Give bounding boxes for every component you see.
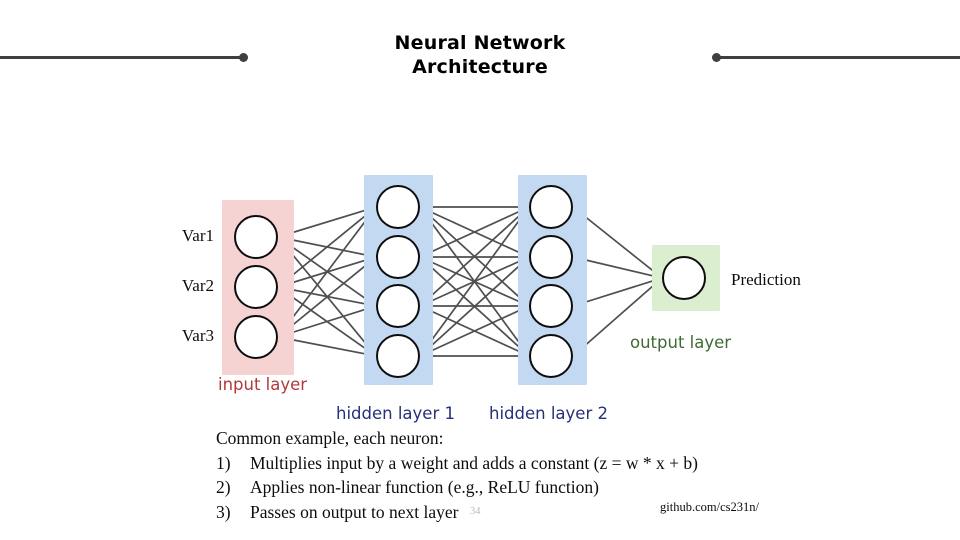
network-edge (419, 305, 529, 357)
neuron-hidden2-2 (529, 235, 573, 279)
network-edge (277, 336, 376, 359)
title-rule-dot-left (239, 53, 248, 62)
input-variable-label-1: Var1 (181, 226, 214, 245)
layer-box-input (222, 200, 294, 375)
neuron-input-3 (234, 315, 278, 359)
network-edge (277, 236, 376, 306)
network-edge (277, 304, 376, 338)
network-edge (419, 206, 529, 356)
neuron-hidden1-2 (376, 235, 420, 279)
neuron-hidden2-4 (529, 334, 573, 378)
list-marker-1: 1) (216, 452, 231, 473)
network-edge (419, 305, 529, 357)
network-edge (277, 207, 376, 338)
network-edge (277, 236, 376, 356)
title-rule-dot-right (712, 53, 721, 62)
network-edge (419, 256, 529, 307)
layer-caption-output: output layer (630, 333, 732, 352)
neuron-input-1 (234, 215, 278, 259)
network-edge (419, 257, 529, 357)
list-text-1: Multiplies input by a weight and adds a … (250, 452, 698, 473)
list-marker-2: 2) (216, 477, 231, 497)
network-edge (277, 205, 376, 238)
network-edge (277, 286, 376, 309)
network-edge (419, 206, 529, 258)
body-list-item-2: 2) Applies non-linear function (e.g., ReL… (216, 475, 836, 500)
output-prediction-label: Prediction (731, 270, 801, 289)
page-number: 34 (470, 506, 481, 517)
neuron-hidden2-3 (529, 284, 573, 328)
page-title-line-2: Architecture (412, 56, 548, 78)
network-edge (419, 207, 529, 357)
neuron-hidden1-3 (376, 284, 420, 328)
neuron-input-2 (234, 265, 278, 309)
network-edge (572, 276, 662, 307)
network-edge (277, 255, 376, 288)
network-edge (419, 206, 529, 306)
neuron-output-1 (662, 256, 706, 300)
source-credit: github.com/cs231n/ (660, 500, 759, 514)
title-rule-left (0, 56, 244, 59)
network-edge (277, 257, 376, 338)
network-edge (419, 206, 529, 258)
body-intro-line: Common example, each neuron: (216, 428, 444, 448)
layer-caption-hidden1: hidden layer 1 (336, 404, 455, 423)
network-edge (277, 286, 376, 356)
page-title-line-1: Neural Network (394, 32, 566, 54)
network-edge (419, 256, 529, 356)
network-edge (419, 207, 529, 307)
list-text-3: Passes on output to next layer (250, 501, 459, 522)
network-edge (572, 206, 662, 278)
input-variable-label-3: Var3 (181, 326, 214, 345)
list-marker-3: 3) (216, 501, 231, 522)
list-text-2: Applies non-linear function (e.g., ReLU … (250, 477, 599, 497)
neuron-hidden2-1 (529, 185, 573, 229)
layer-box-output (652, 245, 720, 311)
input-variable-label-2: Var2 (181, 276, 214, 295)
page-title: Neural Network Architecture (280, 31, 680, 79)
network-edge (572, 256, 662, 281)
network-edge (277, 207, 376, 288)
slide-canvas: Neural Network Architecture input layer h… (0, 0, 960, 540)
layer-box-hidden2 (518, 175, 587, 385)
body-list-item-1: 1) Multiplies input by a weight and adds … (216, 451, 836, 476)
neuron-hidden1-1 (376, 185, 420, 229)
network-edge (572, 278, 662, 357)
layer-caption-hidden2: hidden layer 2 (489, 404, 608, 423)
network-edge (277, 236, 376, 260)
title-rule-right (716, 56, 960, 59)
neuron-hidden1-4 (376, 334, 420, 378)
layer-box-hidden1 (364, 175, 433, 385)
layer-caption-input: input layer (218, 375, 308, 394)
network-edge (419, 256, 529, 307)
